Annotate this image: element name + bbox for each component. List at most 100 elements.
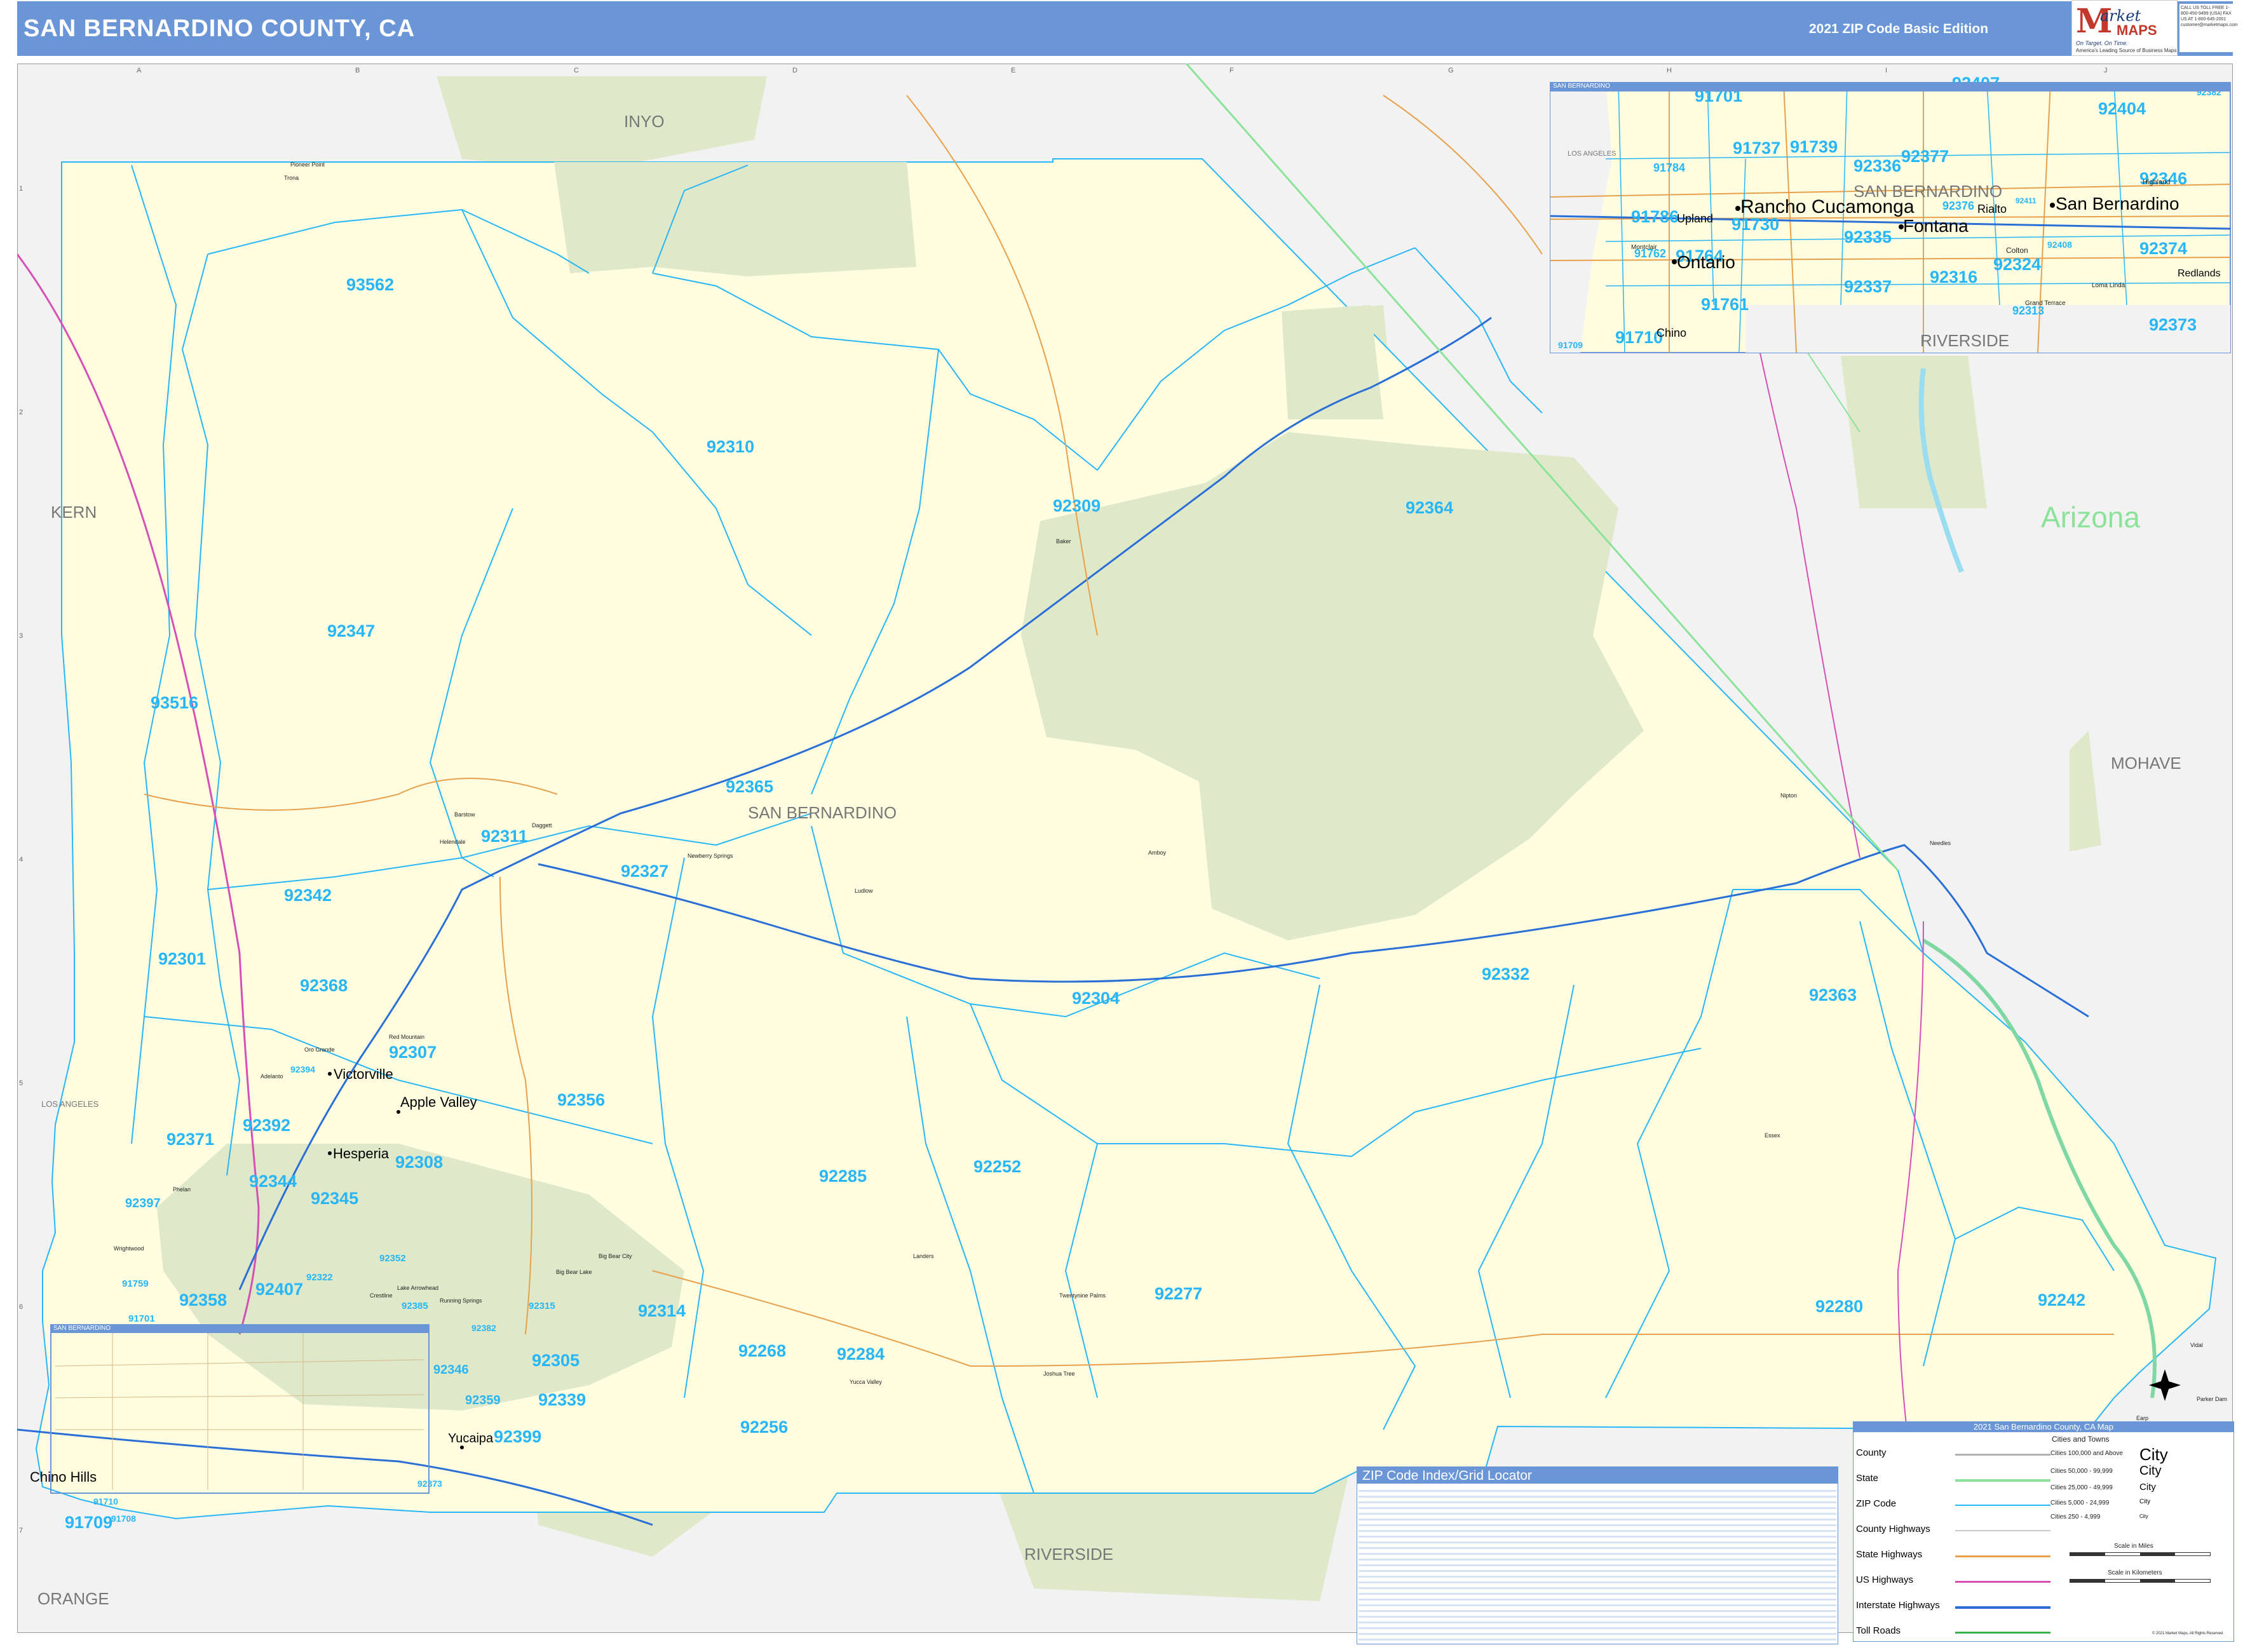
inset-city-dot <box>2050 203 2055 208</box>
legend-line-county-hwy <box>1955 1530 2050 1531</box>
logo-maps: MAPS <box>2117 22 2157 38</box>
city-label: Wrightwood <box>114 1245 144 1252</box>
legend-scale-km-bar <box>2070 1579 2211 1583</box>
region-orange: ORANGE <box>37 1589 109 1608</box>
legend-city-class: Cities 5,000 - 24,999 <box>2050 1500 2110 1506</box>
inset-city-med: Rialto <box>1977 203 2007 215</box>
legend-line-county <box>1955 1454 2050 1456</box>
zip-label: 92301 <box>158 949 206 968</box>
zip-label: 91759 <box>122 1278 149 1289</box>
zip-label: 92345 <box>311 1189 358 1208</box>
legend-scale-miles: Scale in Miles <box>2114 1543 2153 1550</box>
inset-city-med: Chino <box>1657 327 1686 339</box>
inset-zip: 91710 <box>1615 328 1663 347</box>
zip-label: 92342 <box>284 886 332 905</box>
grid-row-5: 5 <box>19 1080 23 1087</box>
city-label: Needles <box>1930 840 1951 846</box>
inset-zip: 92411 <box>2016 196 2037 205</box>
inset-zip: 92324 <box>1993 255 2041 274</box>
inset-city-big: Rancho Cucamonga <box>1740 196 1915 217</box>
zip-label: 92242 <box>2038 1290 2085 1310</box>
zip-label: 92310 <box>707 437 754 456</box>
legend-row-state: State <box>1856 1473 1879 1484</box>
inset-city-small: Grand Terrace <box>2025 300 2066 307</box>
zip-label: 92307 <box>389 1043 437 1062</box>
zip-label: 91709 <box>65 1513 112 1532</box>
zip-label: 92368 <box>300 976 348 995</box>
legend-city-class: Cities 250 - 4,999 <box>2050 1513 2101 1520</box>
city-label: Parker Dam <box>2197 1396 2227 1402</box>
legend-city-mark: City <box>2139 1445 2168 1464</box>
inset-city-dot <box>1672 259 1677 264</box>
legend-row-toll: Toll Roads <box>1856 1625 1901 1636</box>
inset-map[interactable]: LOS ANGELES SAN BERNARDINO RIVERSIDE 917… <box>1550 74 2231 353</box>
grid-col-d: D <box>792 67 797 74</box>
inset-zip: 92374 <box>2139 239 2187 258</box>
legend-line-zip <box>1955 1505 2050 1506</box>
zip-label: 92256 <box>740 1418 788 1437</box>
city-label: Adelanto <box>261 1073 283 1080</box>
zip-label: 93516 <box>151 693 198 712</box>
map-legend: 2021 San Bernardino County, CA Map Citie… <box>1853 1421 2234 1642</box>
city-label: Lake Arrowhead <box>397 1285 438 1291</box>
city-label: Barstow <box>454 811 475 818</box>
inset-city-big: Fontana <box>1903 216 1969 236</box>
zip-label: 92373 <box>417 1479 442 1489</box>
zip-label: 93562 <box>346 275 394 294</box>
city-label: Running Springs <box>440 1297 482 1304</box>
grid-col-a: A <box>137 67 142 74</box>
inset-county-riverside: RIVERSIDE <box>1920 331 2009 350</box>
inset-city-big: San Bernardino <box>2056 194 2179 213</box>
zip-index-grid-locator: ZIP Code Index/Grid Locator <box>1357 1466 1838 1644</box>
city-label: Oro Grande <box>304 1046 335 1053</box>
zip-label: 92332 <box>1482 965 1529 984</box>
inset-zip: 92316 <box>1930 267 1977 287</box>
inset-title: SAN BERNARDINO <box>1550 83 2230 91</box>
zip-label: 92365 <box>726 777 773 796</box>
zip-label: 92407 <box>255 1280 303 1299</box>
city-label: Earp <box>2136 1415 2148 1421</box>
county-map[interactable]: A B C D E F G H I J 1 2 3 4 5 6 7 INYO K… <box>17 64 2233 1633</box>
city-label: Vidal <box>2190 1342 2203 1348</box>
grid-col-e: E <box>1011 67 1015 74</box>
inset-city-med: Upland <box>1677 212 1713 225</box>
region-mohave: MOHAVE <box>2111 754 2181 773</box>
inset-zip: 91761 <box>1701 295 1749 314</box>
city-label: Crestline <box>370 1292 393 1299</box>
zip-label: 92363 <box>1809 985 1857 1005</box>
city-label: Landers <box>913 1253 934 1259</box>
zip-label: 92359 <box>465 1393 501 1407</box>
zip-label: 92311 <box>481 827 528 846</box>
zip-label: 92322 <box>306 1272 333 1283</box>
legend-city-mark: City <box>2139 1513 2148 1519</box>
inset-city-small: Montclair <box>1631 244 1657 251</box>
legend-city-mark: City <box>2139 1464 2162 1478</box>
grid-col-b: B <box>355 67 360 74</box>
legend-city-class: Cities 50,000 - 99,999 <box>2050 1468 2113 1475</box>
grid-col-i: I <box>1885 67 1887 74</box>
contact-info: CALL US TOLL FREE 1-800-450-9499 (USA) F… <box>2179 4 2238 52</box>
inset-county-la: LOS ANGELES <box>1568 150 1616 158</box>
logo-subtag: America's Leading Source of Business Map… <box>2076 48 2177 53</box>
inset-zip: 91786 <box>1631 207 1679 226</box>
city-dot <box>328 1151 332 1155</box>
inset-zip: 92373 <box>2149 315 2197 334</box>
zip-label: 92356 <box>557 1090 605 1109</box>
grid-col-f: F <box>1230 67 1234 74</box>
zip-label: 92344 <box>249 1172 297 1191</box>
small-inset-title: SAN BERNARDINO <box>51 1325 429 1333</box>
grid-col-g: G <box>1448 67 1454 74</box>
legend-row-county: County <box>1856 1447 1887 1458</box>
zip-label: 92339 <box>538 1390 586 1409</box>
grid-row-4: 4 <box>19 856 23 863</box>
grid-col-j: J <box>2104 67 2108 74</box>
region-arizona: Arizona <box>2041 501 2140 534</box>
zip-label: 92352 <box>379 1253 406 1264</box>
zip-label: 92371 <box>166 1130 214 1149</box>
inset-zip: 92376 <box>1942 200 1974 212</box>
city-label: Daggett <box>532 822 552 829</box>
zip-label: 92346 <box>433 1363 469 1377</box>
map-title: SAN BERNARDINO COUNTY, CA <box>24 15 416 42</box>
city-label: Yucaipa <box>448 1432 494 1446</box>
inset-zip: 91709 <box>1558 340 1583 350</box>
